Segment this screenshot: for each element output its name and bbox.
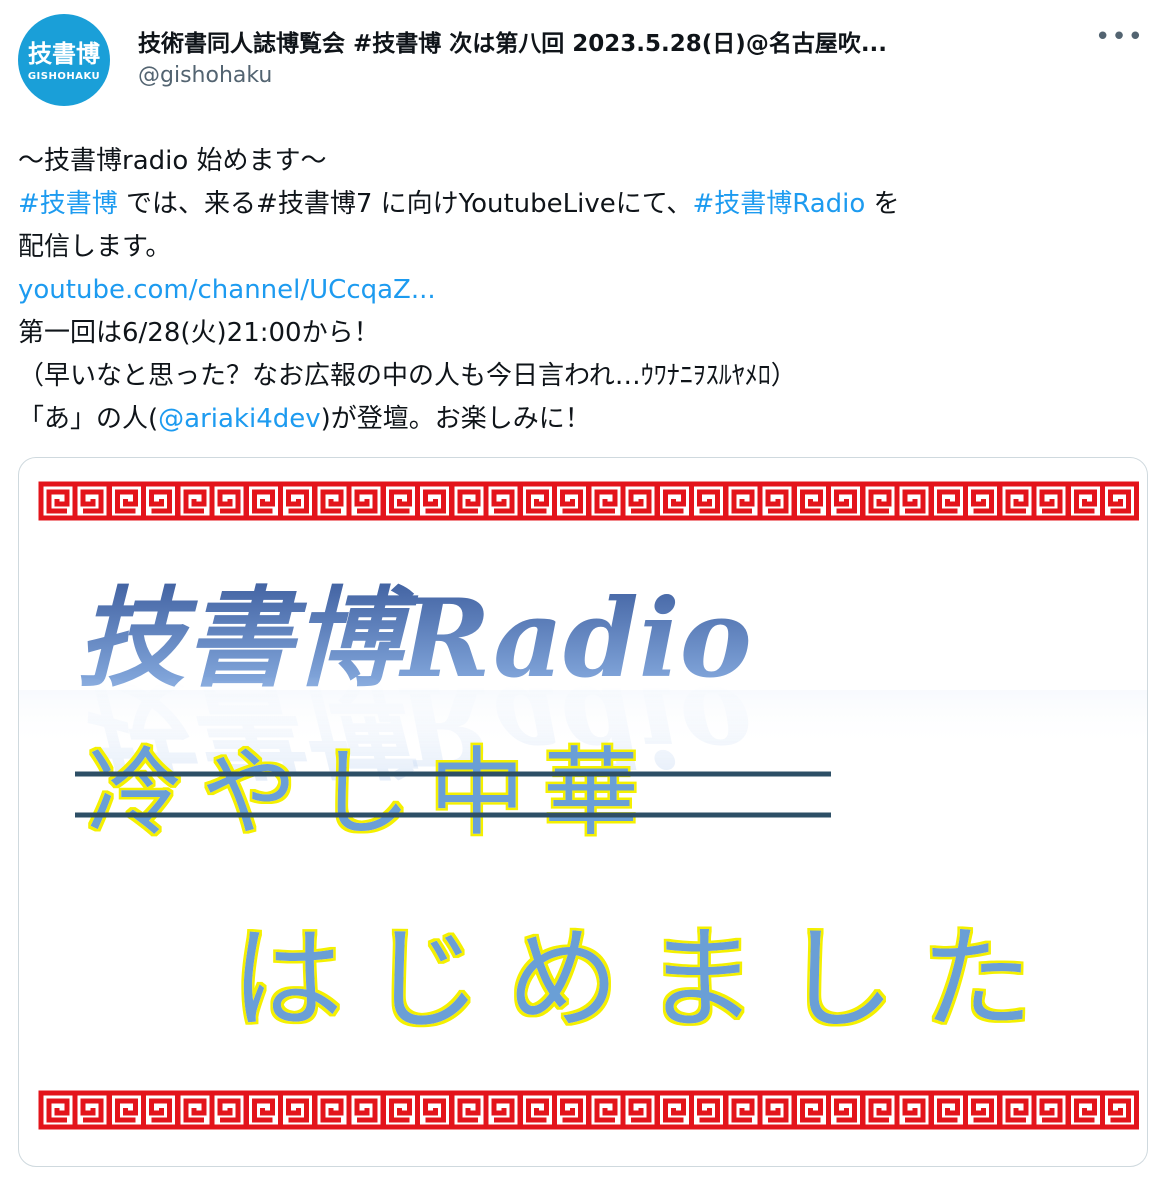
tweet-text-run: では、来る#技書博7 に向けYoutubeLiveにて、: [117, 189, 693, 219]
meander-tile: [315, 1093, 349, 1127]
meander-tile: [315, 484, 349, 518]
tweet-text-run: 「あ」の人(: [18, 404, 159, 434]
meander-tile: [658, 1093, 692, 1127]
meander-tile: [863, 1093, 897, 1127]
display-name[interactable]: 技術書同人誌博覧会 #技書博 次は第八回 2023.5.28(日)@名古屋吹..…: [138, 24, 1078, 58]
tweet-text-run: 第一回は6/28(火)21:00から！: [18, 318, 380, 348]
meander-tile: [521, 484, 555, 518]
meander-tile: [760, 484, 794, 518]
tweet-text-run: 配信します。: [18, 232, 172, 262]
meander-tile: [726, 484, 760, 518]
meander-tile: [1000, 484, 1034, 518]
meander-tile: [1103, 1093, 1137, 1127]
meander-tile: [110, 484, 144, 518]
meander-tile: [247, 484, 281, 518]
meander-tile: [110, 1093, 144, 1127]
meander-tile: [486, 1093, 520, 1127]
meander-tile: [178, 1093, 212, 1127]
tweet-header: 技書博 GISHOHAKU 技術書同人誌博覧会 #技書博 次は第八回 2023.…: [18, 14, 1148, 106]
tweet-line: 第一回は6/28(火)21:00から！: [18, 312, 1138, 355]
meander-tile: [418, 1093, 452, 1127]
meander-tile: [897, 484, 931, 518]
meander-tile: [349, 1093, 383, 1127]
meander-tile: [897, 1093, 931, 1127]
meander-tile: [623, 1093, 657, 1127]
meander-tile: [452, 484, 486, 518]
meander-tile: [589, 1093, 623, 1127]
tweet-line: 配信します。: [18, 226, 1138, 269]
meander-tile: [966, 484, 1000, 518]
meander-tile: [829, 1093, 863, 1127]
tweet-line: 「あ」の人(@ariaki4dev)が登壇。お楽しみに！: [18, 398, 1138, 441]
avatar[interactable]: 技書博 GISHOHAKU: [18, 14, 110, 106]
meander-tile: [692, 1093, 726, 1127]
meander-tile: [863, 484, 897, 518]
tweet-line: #技書博 では、来る#技書博7 に向けYoutubeLiveにて、#技書博Rad…: [18, 183, 1138, 226]
meander-tile: [281, 1093, 315, 1127]
tweet-text-run: （早いなと思った？なお広報の中の人も今日言われ…ｳﾜﾅﾆｦｽﾙﾔﾒﾛ）: [18, 361, 797, 391]
tweet-link[interactable]: #技書博Radio: [692, 189, 865, 219]
card-struck-text: 冷やし中華: [87, 737, 657, 849]
tweet-text-run: を: [865, 189, 900, 219]
meander-tile: [41, 1093, 75, 1127]
meander-tile: [658, 484, 692, 518]
meander-tile: [555, 484, 589, 518]
user-handle[interactable]: @gishohaku: [138, 63, 272, 88]
meander-tile: [75, 484, 109, 518]
meander-tile: [384, 1093, 418, 1127]
meander-tile: [247, 1093, 281, 1127]
tweet-link[interactable]: #技書博: [18, 189, 118, 219]
meander-tile: [212, 1093, 246, 1127]
meander-tile: [281, 484, 315, 518]
meander-tile: [521, 1093, 555, 1127]
tweet-line: （早いなと思った？なお広報の中の人も今日言われ…ｳﾜﾅﾆｦｽﾙﾔﾒﾛ）: [18, 355, 1138, 398]
meander-tile: [178, 484, 212, 518]
card-subtitle: はじめました: [231, 915, 1059, 1045]
meander-tile: [144, 1093, 178, 1127]
meander-tile: [932, 1093, 966, 1127]
meander-tile: [589, 484, 623, 518]
meander-tile: [452, 1093, 486, 1127]
meander-tile: [75, 1093, 109, 1127]
meander-border-bottom: [41, 1093, 1137, 1127]
meander-tile: [760, 1093, 794, 1127]
meander-border-top: [41, 484, 1137, 518]
tweet-media-image[interactable]: 技書博Radio 技書博Radio 冷やし中華 はじめました: [18, 457, 1148, 1167]
tweet-text-run: )が登壇。お楽しみに！: [320, 404, 591, 434]
meander-tile: [932, 484, 966, 518]
tweet-text-run: ～技書博radio 始めます～: [18, 146, 327, 176]
more-dots-icon[interactable]: •••: [1095, 22, 1144, 52]
meander-tile: [1103, 484, 1137, 518]
meander-tile: [1034, 484, 1068, 518]
meander-tile: [795, 484, 829, 518]
meander-tile: [726, 1093, 760, 1127]
tweet-text: ～技書博radio 始めます～ #技書博 では、来る#技書博7 に向けYoutub…: [18, 140, 1138, 441]
tweet-line: ～技書博radio 始めます～: [18, 140, 1138, 183]
meander-tile: [692, 484, 726, 518]
meander-tile: [1069, 1093, 1103, 1127]
meander-tile: [1069, 484, 1103, 518]
meander-tile: [829, 484, 863, 518]
meander-tile: [349, 484, 383, 518]
meander-tile: [966, 1093, 1000, 1127]
tweet-line: youtube.com/channel/UCcqaZ...: [18, 269, 1138, 312]
meander-tile: [384, 484, 418, 518]
tweet-link[interactable]: youtube.com/channel/UCcqaZ...: [18, 275, 436, 305]
meander-tile: [795, 1093, 829, 1127]
tweet-link[interactable]: @ariaki4dev: [158, 404, 321, 434]
meander-tile: [486, 484, 520, 518]
card-graphic: 技書博Radio 技書博Radio 冷やし中華 はじめました: [19, 458, 1147, 1166]
meander-tile: [555, 1093, 589, 1127]
meander-tile: [1034, 1093, 1068, 1127]
meander-tile: [1000, 1093, 1034, 1127]
avatar-logo-text: 技書博: [28, 40, 100, 68]
meander-tile: [41, 484, 75, 518]
meander-tile: [144, 484, 178, 518]
meander-tile: [212, 484, 246, 518]
meander-tile: [418, 484, 452, 518]
meander-tile: [623, 484, 657, 518]
avatar-logo-subtext: GISHOHAKU: [27, 71, 101, 82]
